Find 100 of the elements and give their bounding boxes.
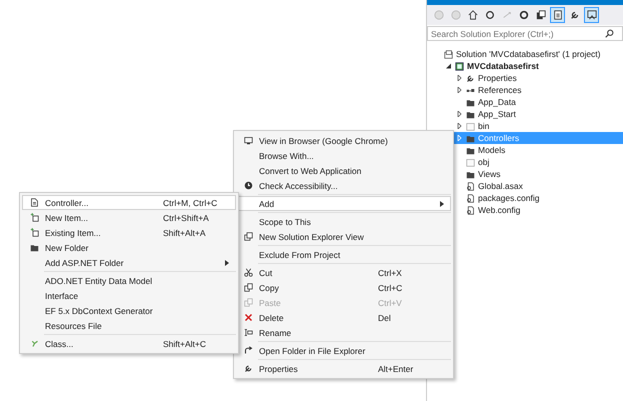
document-icon <box>30 198 38 207</box>
tree-item-label: Web.config <box>478 205 520 215</box>
submenu-arrow-icon <box>225 260 229 266</box>
window-stack-icon <box>244 232 252 241</box>
monitor-icon <box>244 136 252 145</box>
toolbar-button[interactable] <box>550 7 565 23</box>
menu-item[interactable]: EF 5.x DbContext Generator <box>22 303 236 318</box>
tree-item[interactable]: App_Data <box>427 96 623 108</box>
tree-item-label: Solution 'MVCdatabasefirst' (1 project) <box>456 49 601 59</box>
menu-item[interactable]: Controller... Ctrl+M, Ctrl+C <box>22 195 236 210</box>
folder-icon <box>30 243 38 252</box>
menu-item[interactable]: New Folder <box>22 240 236 255</box>
forward-icon <box>450 10 460 20</box>
copy-icon <box>244 283 252 292</box>
tree-item[interactable]: Solution 'MVCdatabasefirst' (1 project) <box>427 48 623 60</box>
tree-item-label: References <box>478 85 522 95</box>
wrench-icon <box>570 10 580 20</box>
tree-item-label: Views <box>478 169 501 179</box>
menu-item-label: Copy <box>259 282 280 292</box>
expanded-arrow-icon <box>446 63 450 69</box>
menu-item-label: Scope to This <box>259 216 312 226</box>
tree-item-label: Models <box>478 145 506 155</box>
menu-item-label: New Item... <box>45 212 89 222</box>
files-icon <box>552 10 562 20</box>
tree-item[interactable]: Properties <box>427 72 623 84</box>
tree-item-label: obj <box>478 157 490 167</box>
folder-outline-icon <box>466 158 475 166</box>
tree-item-label: MVCdatabasefirst <box>467 61 539 71</box>
menu-item[interactable]: Scope to This <box>236 214 451 229</box>
curved-arrow-icon <box>244 346 252 355</box>
menu-item[interactable]: Add ASP.NET Folder <box>22 255 236 270</box>
tree-item-label: Properties <box>478 73 517 83</box>
menu-item[interactable]: Exclude From Project <box>236 247 451 262</box>
menu-item[interactable]: Properties Alt+Enter <box>236 361 451 376</box>
file-icon <box>466 182 475 190</box>
menu-item[interactable]: Existing Item... Shift+Alt+A <box>22 225 236 240</box>
menu-item-label: View in Browser (Google Chrome) <box>259 136 389 146</box>
tree-item[interactable]: bin <box>427 120 623 132</box>
shortcut-text: Alt+Enter <box>378 364 414 374</box>
menu-item[interactable]: Copy Ctrl+C <box>236 280 451 295</box>
cross-icon <box>244 313 252 322</box>
tree-item[interactable]: MVCdatabasefirst <box>427 60 623 72</box>
menu-item[interactable]: Delete Del <box>236 310 451 325</box>
menu-item-label: New Folder <box>45 242 90 252</box>
folder-outline-icon <box>466 122 475 130</box>
solution-icon <box>444 50 453 58</box>
tree-item-label: App_Start <box>478 109 516 119</box>
class-icon <box>30 339 38 348</box>
menu-item-label: New Solution Explorer View <box>259 232 365 242</box>
tree-item-label: Controllers <box>478 133 520 143</box>
file-icon <box>466 206 475 214</box>
menu-item-label: EF 5.x DbContext Generator <box>45 306 154 316</box>
menu-item-label: Exclude From Project <box>259 250 342 260</box>
menu-item-label: Rename <box>259 328 292 338</box>
menu-item-label: Controller... <box>45 198 90 208</box>
menu-item[interactable]: Rename <box>236 325 451 340</box>
tree-item-label: Global.asax <box>478 181 523 191</box>
menu-item-label: Cut <box>259 268 274 278</box>
shortcut-text: Ctrl+C <box>378 282 404 292</box>
menu-item[interactable]: New Solution Explorer View <box>236 229 451 244</box>
menu-item[interactable]: Class... Shift+Alt+C <box>22 336 236 351</box>
menu-item-label: Add ASP.NET Folder <box>45 258 125 268</box>
shortcut-text: Ctrl+Shift+A <box>163 212 210 222</box>
menu-item[interactable]: Add <box>236 196 451 211</box>
menu-item-label: Browse With... <box>259 150 315 160</box>
tree-item-label: bin <box>478 121 490 131</box>
menu-item[interactable]: Open Folder in File Explorer <box>236 343 451 358</box>
menu-item-label: Resources File <box>45 320 103 330</box>
menu-item[interactable]: Resources File <box>22 318 236 333</box>
tree-item[interactable]: App_Start <box>427 108 623 120</box>
search-icon <box>605 29 614 38</box>
file-icon <box>466 194 475 202</box>
home-icon <box>468 10 478 20</box>
menu-item[interactable]: New Item... Ctrl+Shift+A <box>22 210 236 225</box>
toolbar-button[interactable] <box>584 7 599 23</box>
menu-item-label: Delete <box>259 312 285 322</box>
project-icon <box>455 62 464 70</box>
tree-item[interactable]: References <box>427 84 623 96</box>
menu-item-label: Existing Item... <box>45 228 102 238</box>
tree-item-label: packages.config <box>478 193 540 203</box>
folder-icon <box>466 170 475 178</box>
back-icon <box>434 10 444 20</box>
shortcut-text: Shift+Alt+A <box>163 228 207 238</box>
new-item-icon <box>30 228 38 237</box>
menu-item[interactable]: Cut Ctrl+X <box>236 265 451 280</box>
collapse-icon <box>536 10 546 20</box>
preview-icon <box>586 10 596 20</box>
wrench-icon <box>244 364 252 373</box>
menu-item-label: Open Folder in File Explorer <box>259 346 366 356</box>
menu-item[interactable]: ADO.NET Entity Data Model <box>22 273 236 288</box>
tree-item-label: App_Data <box>478 97 516 107</box>
menu-item-label: Interface <box>45 290 80 300</box>
search-field[interactable]: Search Solution Explorer (Ctrl+;) <box>427 26 623 41</box>
menu-item-label: Paste <box>259 298 282 308</box>
shortcut-text: Ctrl+V <box>378 298 403 308</box>
submenu-arrow-icon <box>440 200 444 206</box>
new-item-icon <box>30 213 38 222</box>
menu-item-label: Add <box>259 198 276 208</box>
shortcut-text: Del <box>378 312 392 322</box>
menu-item[interactable]: Interface <box>22 288 236 303</box>
